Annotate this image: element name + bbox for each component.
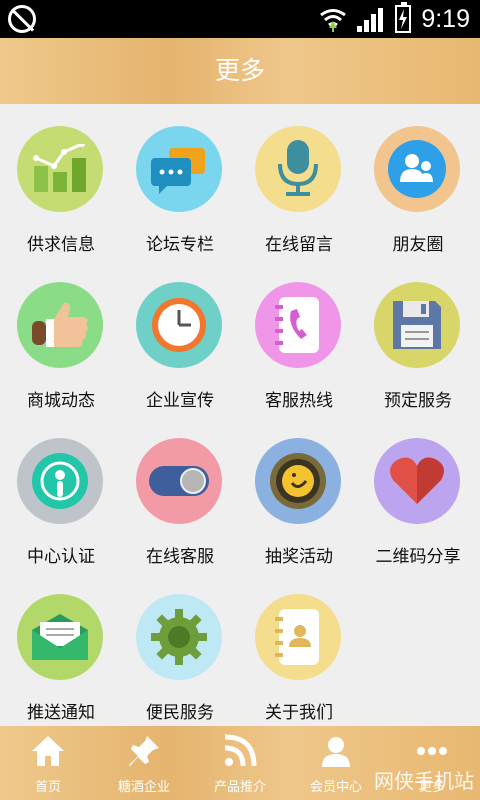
grid-item-mall-news[interactable]: 商城动态 (6, 260, 116, 411)
grid-item-booking[interactable]: 预定服务 (363, 260, 473, 411)
grid-item-lottery[interactable]: 抽奖活动 (244, 416, 354, 567)
signal-icon (357, 6, 385, 32)
floppy-disk-icon (374, 282, 460, 368)
pin-icon (127, 734, 161, 768)
envelope-icon (17, 594, 103, 680)
gear-icon (136, 594, 222, 680)
tab-member[interactable]: 会员中心 (288, 726, 384, 800)
more-icon (415, 734, 449, 768)
grid-item-convenience[interactable]: 便民服务 (125, 572, 235, 723)
bar-chart-icon (17, 126, 103, 212)
tab-label: 产品推介 (213, 780, 266, 795)
tab-label: 会员中心 (309, 780, 362, 795)
tab-label: 糖酒企业 (117, 780, 170, 795)
status-bar: 9:19 (0, 0, 480, 38)
microphone-icon (255, 126, 341, 212)
grid-item-hotline[interactable]: 客服热线 (244, 260, 354, 411)
grid-item-label: 供求信息 (27, 235, 95, 255)
grid-item-qrcode-share[interactable]: 二维码分享 (363, 416, 473, 567)
thumb-up-icon (17, 282, 103, 368)
grid-item-certification[interactable]: 中心认证 (6, 416, 116, 567)
contact-book-icon (255, 594, 341, 680)
page-title: 更多 (0, 38, 480, 104)
grid-item-label: 推送通知 (27, 703, 95, 723)
bottom-tabbar: 首页 糖酒企业 产品推介 会员中心 更多 网侠手机站 (0, 726, 480, 800)
grid-item-message[interactable]: 在线留言 (244, 104, 354, 255)
grid-item-label: 商城动态 (27, 391, 95, 411)
phone-book-icon (255, 282, 341, 368)
grid-item-push-notice[interactable]: 推送通知 (6, 572, 116, 723)
grid-item-label: 论坛专栏 (146, 235, 214, 255)
home-icon (31, 734, 65, 768)
status-icons: 9:19 (319, 2, 470, 36)
rss-icon (223, 734, 257, 768)
clock-icon (136, 282, 222, 368)
grid-item-label: 企业宣传 (146, 391, 214, 411)
tab-enterprise[interactable]: 糖酒企业 (96, 726, 192, 800)
watermark: 网侠手机站 (374, 769, 474, 793)
grid-item-label: 在线客服 (146, 547, 214, 567)
grid-item-online-service[interactable]: 在线客服 (125, 416, 235, 567)
status-time: 9:19 (421, 4, 470, 33)
grid-item-label: 预定服务 (384, 391, 452, 411)
grid-item-label: 便民服务 (146, 703, 214, 723)
heart-icon (374, 438, 460, 524)
tab-products[interactable]: 产品推介 (192, 726, 288, 800)
grid-item-label: 朋友圈 (392, 235, 444, 255)
battery-icon (395, 2, 412, 33)
blocked-icon (8, 5, 36, 33)
chat-bubbles-icon (136, 126, 222, 212)
lottery-icon (255, 438, 341, 524)
grid-item-label: 二维码分享 (375, 547, 461, 567)
feature-grid: 供求信息 论坛专栏 在线留言 朋友圈 商城动态 企业宣传 客服热线 预定服务 中… (0, 104, 480, 726)
grid-item-label: 在线留言 (265, 235, 333, 255)
grid-item-label: 中心认证 (27, 547, 95, 567)
grid-item-forum[interactable]: 论坛专栏 (125, 104, 235, 255)
member-icon (319, 734, 353, 768)
friends-icon (374, 126, 460, 212)
grid-item-label: 客服热线 (265, 391, 333, 411)
grid-item-label: 关于我们 (265, 703, 333, 723)
grid-item-label: 抽奖活动 (265, 547, 333, 567)
toggle-icon (136, 438, 222, 524)
grid-item-supply-info[interactable]: 供求信息 (6, 104, 116, 255)
certificate-icon (17, 438, 103, 524)
wifi-icon (319, 6, 347, 32)
tab-label: 首页 (34, 780, 61, 795)
tab-home[interactable]: 首页 (0, 726, 96, 800)
grid-item-promotion[interactable]: 企业宣传 (125, 260, 235, 411)
grid-item-about-us[interactable]: 关于我们 (244, 572, 354, 723)
grid-item-friends[interactable]: 朋友圈 (363, 104, 473, 255)
